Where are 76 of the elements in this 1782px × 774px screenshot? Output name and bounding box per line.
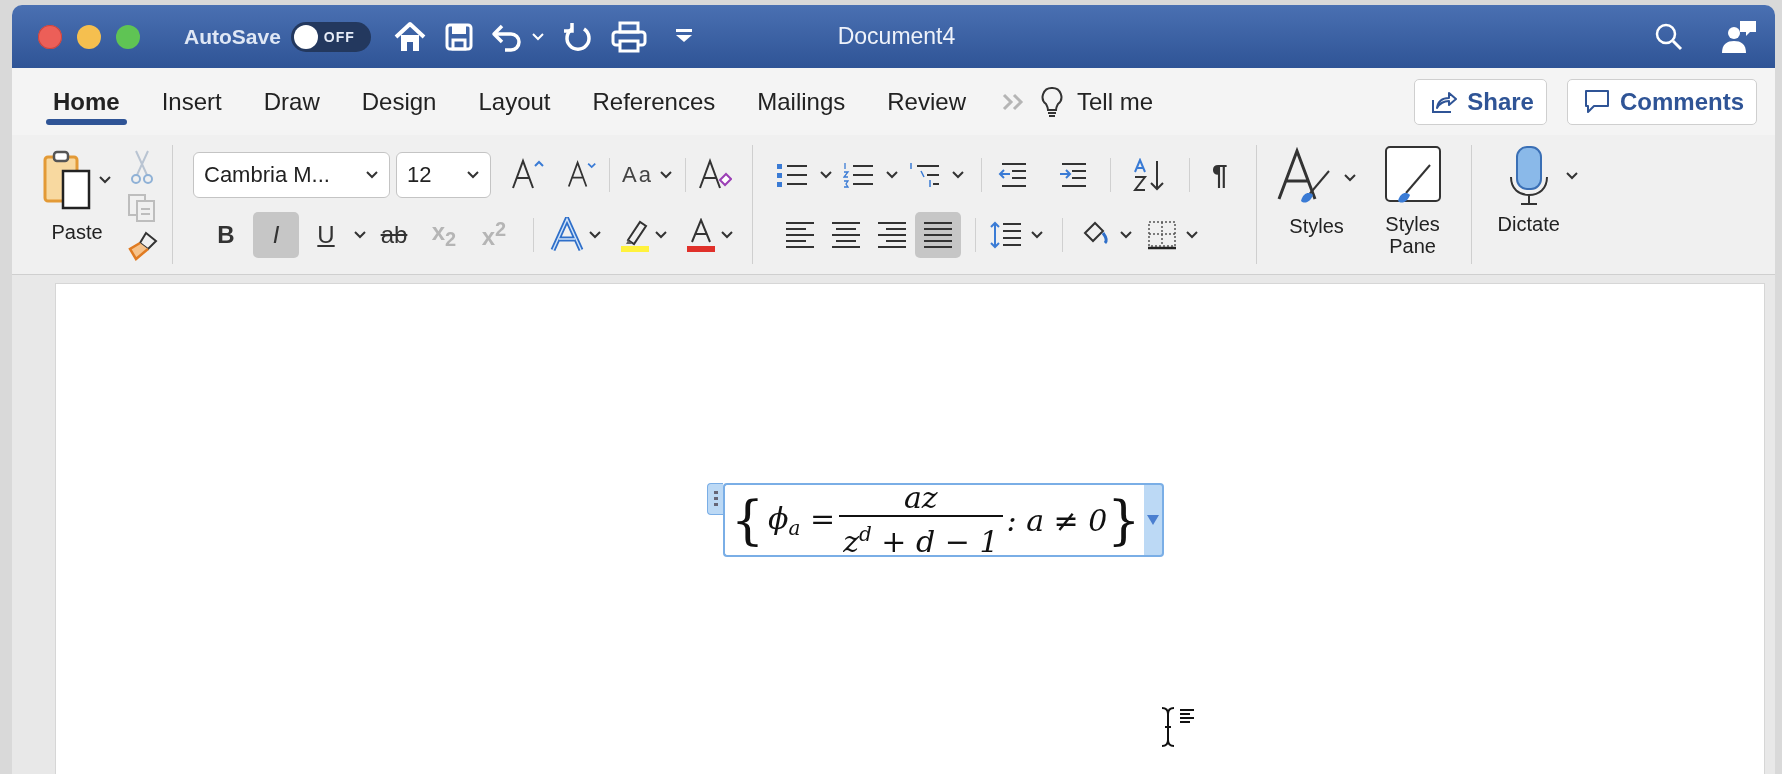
equation-handle[interactable] <box>707 483 723 515</box>
numbered-list-icon[interactable] <box>843 161 875 188</box>
multilevel-list-icon[interactable] <box>909 161 941 188</box>
caret-icon[interactable] <box>819 169 833 180</box>
dictate-button[interactable]: Dictate <box>1497 213 1560 235</box>
caret-icon[interactable] <box>98 175 112 185</box>
align-right-icon <box>878 220 906 249</box>
styles-button[interactable]: Styles <box>1289 215 1344 237</box>
font-size-field[interactable]: 12 <box>396 151 491 198</box>
caret-icon[interactable] <box>658 169 673 180</box>
caret-icon[interactable] <box>720 229 734 240</box>
increase-indent-icon[interactable] <box>1058 161 1088 188</box>
align-justify-icon <box>924 220 952 249</box>
line-spacing-icon[interactable] <box>990 219 1022 250</box>
minimize-button[interactable] <box>77 24 101 49</box>
ribbon-tab[interactable]: Home <box>32 68 141 135</box>
caret-icon[interactable] <box>1119 229 1133 240</box>
customize-toolbar-icon[interactable] <box>674 26 693 43</box>
save-icon[interactable] <box>444 22 473 51</box>
show-formatting-button[interactable]: ¶ <box>1212 158 1228 191</box>
autosave-toggle[interactable]: OFF <box>290 21 371 52</box>
caret-icon[interactable] <box>1030 229 1044 240</box>
paste-button[interactable]: Paste <box>51 221 103 243</box>
ribbon-tab[interactable]: Review <box>866 68 987 135</box>
caret-icon[interactable] <box>530 31 545 42</box>
text-effects-icon[interactable] <box>550 216 584 253</box>
microphone-icon[interactable] <box>1508 145 1549 207</box>
caret-icon[interactable] <box>885 169 899 180</box>
print-icon[interactable] <box>610 20 647 53</box>
home-icon[interactable] <box>392 20 427 53</box>
font-name-field[interactable]: Cambria M... <box>193 151 390 198</box>
search-icon[interactable] <box>1655 22 1683 51</box>
bullet-list-icon[interactable] <box>777 161 809 188</box>
decrease-indent-icon[interactable] <box>998 161 1028 188</box>
align-justify-button[interactable] <box>915 211 961 258</box>
share-button[interactable]: Share <box>1414 78 1547 125</box>
caret-icon[interactable] <box>353 229 367 240</box>
caret-icon[interactable] <box>951 169 965 180</box>
paste-clipboard-icon[interactable] <box>42 149 92 211</box>
strikethrough-button[interactable]: ab <box>371 211 417 258</box>
caret-icon[interactable] <box>1342 173 1357 183</box>
chevron-down-icon <box>365 169 379 180</box>
sort-icon[interactable] <box>1133 157 1167 192</box>
zoom-button[interactable] <box>116 24 140 49</box>
ribbon-tab[interactable]: Draw <box>242 68 341 135</box>
bold-button[interactable]: B <box>203 211 249 258</box>
share-icon <box>1431 89 1458 114</box>
shrink-font-icon[interactable] <box>567 159 597 190</box>
align-left-icon <box>786 220 814 249</box>
redo-icon[interactable] <box>562 20 593 53</box>
italic-button[interactable]: I <box>253 211 299 258</box>
window-title: Document4 <box>837 23 956 50</box>
caret-icon[interactable] <box>654 229 668 240</box>
ribbon-tab[interactable]: Mailings <box>736 68 867 135</box>
speech-bubble-icon <box>1583 88 1610 115</box>
underline-button[interactable]: U <box>303 211 349 258</box>
borders-icon[interactable] <box>1147 219 1177 250</box>
chevron-down-icon <box>466 169 480 180</box>
font-color-icon[interactable] <box>686 217 716 252</box>
drag-dots-icon <box>712 489 719 509</box>
caret-icon[interactable] <box>1564 171 1579 181</box>
format-painter-icon[interactable] <box>126 231 158 261</box>
tell-me-search[interactable]: Tell me <box>1077 87 1153 116</box>
ribbon-tab[interactable]: Design <box>340 68 458 135</box>
caret-icon[interactable] <box>588 229 602 240</box>
autosave-label: AutoSave <box>184 24 281 49</box>
caret-icon[interactable] <box>1185 229 1199 240</box>
align-center-icon <box>832 220 860 249</box>
styles-pane-button[interactable]: Styles Pane <box>1377 213 1448 257</box>
comments-button[interactable]: Comments <box>1566 78 1757 125</box>
ribbon-tab[interactable]: Layout <box>457 68 572 135</box>
lightbulb-icon[interactable] <box>1041 85 1063 118</box>
person-comment-icon[interactable] <box>1721 19 1757 54</box>
ribbon-tab[interactable]: Insert <box>140 68 243 135</box>
ribbon-tab[interactable]: References <box>571 68 737 135</box>
change-case-button[interactable]: Aa <box>622 161 653 188</box>
